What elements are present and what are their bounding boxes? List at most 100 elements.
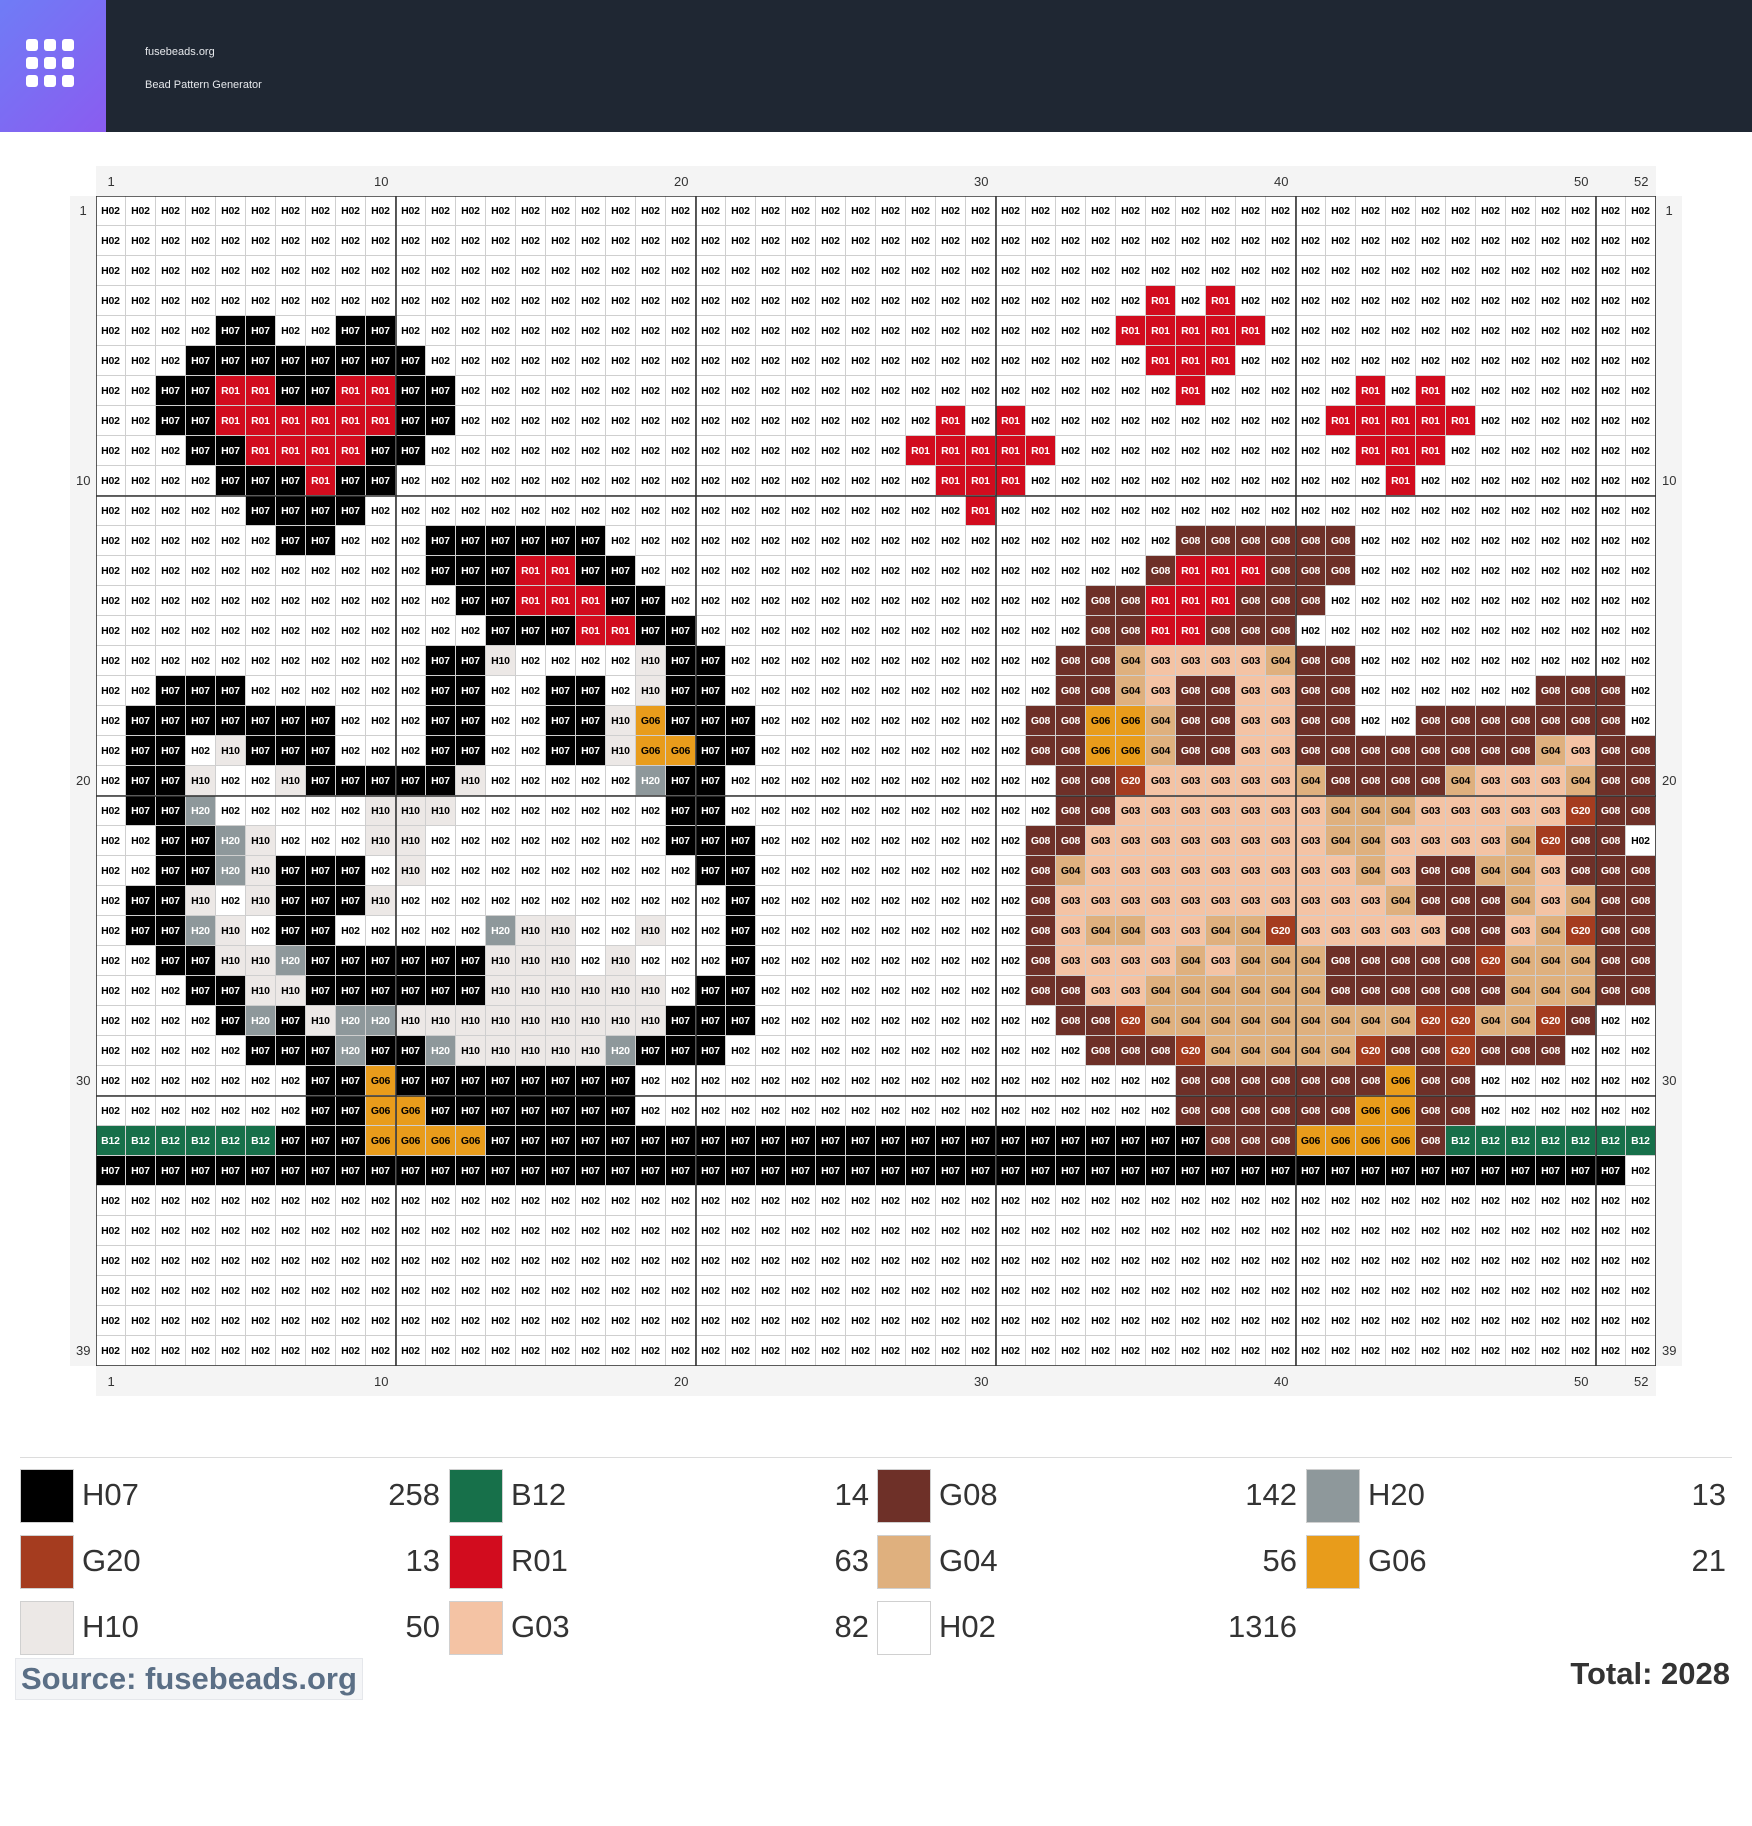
bead-pattern-grid: H02 H02 H02 H02 H02 H02 H02 H02 H02 H02 H02 H02 H02 H…	[96, 196, 1656, 1366]
bead-cell: H02	[816, 376, 846, 406]
bead-cell: H02	[996, 586, 1026, 616]
bead-cell: H02	[1026, 466, 1056, 496]
bead-cell: H02	[186, 556, 216, 586]
bead-cell: H02	[1236, 1216, 1266, 1246]
bead-cell: G04	[1566, 946, 1596, 976]
bead-cell: R01	[1416, 436, 1446, 466]
bead-cell: H02	[1266, 1276, 1296, 1306]
bead-cell: G04	[1506, 1006, 1536, 1036]
source-link[interactable]: Source: fusebeads.org	[15, 1658, 363, 1700]
bead-cell: G04	[1506, 826, 1536, 856]
bead-cell: H02	[726, 346, 756, 376]
bead-cell: H02	[786, 946, 816, 976]
bead-cell: G08	[1236, 526, 1266, 556]
bead-cell: H02	[216, 1276, 246, 1306]
bead-cell: H02	[396, 646, 426, 676]
bead-cell: R01	[1386, 466, 1416, 496]
bead-cell: H07	[1476, 1156, 1506, 1186]
bead-cell: H02	[156, 436, 186, 466]
bead-cell: G04	[1176, 1006, 1206, 1036]
bead-cell: G04	[1206, 916, 1236, 946]
bead-cell: H07	[336, 766, 366, 796]
bead-cell: H02	[126, 676, 156, 706]
bead-cell: H07	[186, 946, 216, 976]
bead-cell: H02	[1356, 1216, 1386, 1246]
bead-cell: H02	[1476, 1276, 1506, 1306]
bead-cell: H02	[1416, 346, 1446, 376]
bead-cell: H02	[1536, 1096, 1566, 1126]
bead-cell: R01	[936, 406, 966, 436]
bead-cell: H02	[1146, 526, 1176, 556]
bead-cell: G08	[1446, 916, 1476, 946]
bead-cell: H02	[996, 1096, 1026, 1126]
bead-cell: G04	[1266, 646, 1296, 676]
bead-cell: H02	[636, 1306, 666, 1336]
bead-cell: H02	[846, 646, 876, 676]
bead-cell: H10	[516, 1006, 546, 1036]
bead-cell: G03	[1296, 826, 1326, 856]
bead-cell: H02	[216, 1036, 246, 1066]
row-label-left: 1	[79, 203, 87, 218]
bead-cell: H02	[666, 316, 696, 346]
bead-cell: H02	[966, 256, 996, 286]
bead-cell: H02	[516, 826, 546, 856]
site-name[interactable]: fusebeads.org	[145, 46, 215, 58]
column-label-top: 20	[674, 174, 689, 189]
bead-cell: H07	[816, 1156, 846, 1186]
bead-cell: H02	[1626, 616, 1656, 646]
bead-cell: H02	[366, 226, 396, 256]
bead-cell: H02	[96, 1006, 126, 1036]
bead-cell: H07	[306, 856, 336, 886]
bead-cell: G08	[1506, 736, 1536, 766]
bead-cell: H02	[876, 196, 906, 226]
bead-cell: G08	[1326, 676, 1356, 706]
bead-cell: H07	[306, 526, 336, 556]
bead-cell: R01	[546, 556, 576, 586]
bead-cell: H02	[756, 676, 786, 706]
bead-cell: H02	[1506, 1246, 1536, 1276]
bead-cell: H02	[1086, 1216, 1116, 1246]
bead-cell: H02	[846, 1036, 876, 1066]
bead-cell: H07	[906, 1156, 936, 1186]
bead-cell: H02	[966, 1276, 996, 1306]
bead-cell: H10	[366, 826, 396, 856]
bead-cell: H02	[306, 646, 336, 676]
bead-cell: H02	[1566, 1336, 1596, 1366]
logo[interactable]	[0, 0, 106, 132]
bead-cell: G08	[1266, 1126, 1296, 1156]
bead-cell: H02	[186, 286, 216, 316]
bead-cell: H02	[726, 1066, 756, 1096]
bead-cell: H02	[1566, 1096, 1596, 1126]
bead-cell: H02	[1476, 346, 1506, 376]
bead-cell: H02	[996, 1186, 1026, 1216]
bead-cell: H07	[426, 1066, 456, 1096]
bead-cell: G06	[1356, 1126, 1386, 1156]
bead-cell: H02	[336, 226, 366, 256]
bead-cell: H02	[1626, 1156, 1656, 1186]
bead-cell: H07	[696, 796, 726, 826]
bead-cell: H02	[1146, 1336, 1176, 1366]
bead-cell: H02	[1536, 316, 1566, 346]
bead-cell: G04	[1236, 1036, 1266, 1066]
bead-cell: H02	[606, 346, 636, 376]
bead-cell: H02	[576, 1246, 606, 1276]
bead-cell: H02	[996, 646, 1026, 676]
bead-cell: H02	[1176, 196, 1206, 226]
bead-cell: H02	[576, 286, 606, 316]
bead-cell: H02	[246, 1276, 276, 1306]
bead-cell: H07	[186, 346, 216, 376]
bead-cell: H02	[606, 856, 636, 886]
bead-cell: H07	[936, 1156, 966, 1186]
bead-cell: G08	[1356, 766, 1386, 796]
bead-cell: H02	[816, 766, 846, 796]
bead-cell: H02	[276, 286, 306, 316]
bead-count: 13	[405, 1543, 440, 1578]
bead-cell: H02	[1626, 556, 1656, 586]
bead-cell: H02	[996, 346, 1026, 376]
bead-cell: H02	[126, 1246, 156, 1276]
bead-cell: G03	[1206, 856, 1236, 886]
bead-cell: H02	[696, 436, 726, 466]
bead-cell: H02	[1596, 526, 1626, 556]
bead-cell: H07	[156, 826, 186, 856]
bead-cell: H02	[276, 196, 306, 226]
